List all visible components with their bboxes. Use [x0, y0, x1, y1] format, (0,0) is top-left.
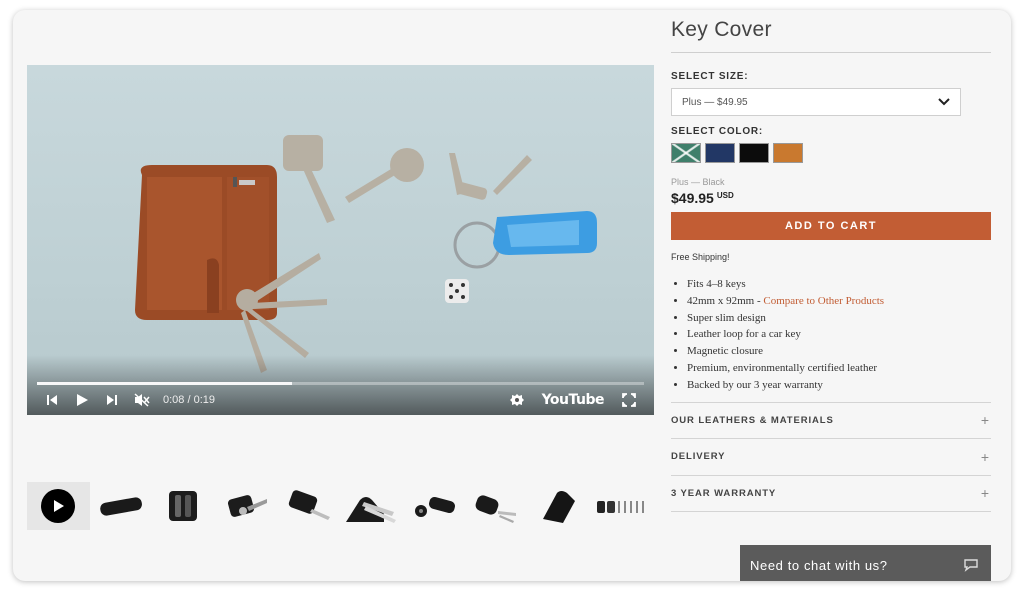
- product-video-player[interactable]: 0:08 / 0:19 YouTube: [27, 65, 654, 415]
- thumbnail-item[interactable]: [215, 482, 278, 530]
- accordion-label: OUR LEATHERS & MATERIALS: [671, 414, 834, 426]
- info-accordion: OUR LEATHERS & MATERIALS + DELIVERY + 3 …: [671, 401, 991, 513]
- previous-icon[interactable]: [37, 385, 67, 415]
- thumbnail-item[interactable]: [529, 482, 592, 530]
- product-price: $49.95: [671, 190, 714, 206]
- key-cover-closed-thumb: [100, 497, 142, 516]
- key-cover-car-key-thumb: [288, 490, 331, 520]
- accordion-leathers-materials[interactable]: OUR LEATHERS & MATERIALS +: [671, 403, 991, 440]
- feature-item: Leather loop for a car key: [687, 326, 991, 343]
- mute-icon[interactable]: [127, 385, 157, 415]
- thumbnail-video[interactable]: [27, 482, 90, 530]
- thumbnail-item[interactable]: [340, 482, 403, 530]
- color-swatch-tan[interactable]: [773, 143, 803, 163]
- size-selected-value: Plus — $49.95: [682, 96, 748, 108]
- thumbnail-item[interactable]: [152, 482, 215, 530]
- product-title: Key Cover: [671, 18, 772, 41]
- color-label: SELECT COLOR:: [671, 126, 764, 137]
- page-frame: 0:08 / 0:19 YouTube Key Cover SELECT SIZ…: [13, 10, 1011, 581]
- feature-item: Premium, environmentally certified leath…: [687, 360, 991, 377]
- feature-list: Fits 4–8 keys 42mm x 92mm - Compare to O…: [671, 276, 991, 394]
- chat-widget-button[interactable]: Need to chat with us?: [740, 545, 991, 581]
- play-icon[interactable]: [67, 385, 97, 415]
- thumbnail-strip: [27, 482, 654, 530]
- thumbnail-item[interactable]: [90, 482, 153, 530]
- video-controls: 0:08 / 0:19 YouTube: [27, 385, 654, 415]
- size-label: SELECT SIZE:: [671, 71, 749, 82]
- key-cover-pair-thumb: [475, 495, 517, 523]
- feature-item: Fits 4–8 keys: [687, 276, 991, 293]
- compare-products-link[interactable]: Compare to Other Products: [763, 295, 884, 307]
- play-circle-icon: [41, 489, 76, 523]
- thumbnail-item[interactable]: [466, 482, 529, 530]
- accordion-label: 3 YEAR WARRANTY: [671, 487, 777, 499]
- color-swatch-navy[interactable]: [705, 143, 735, 163]
- price-currency: USD: [716, 191, 734, 200]
- color-swatch-green[interactable]: [671, 143, 701, 163]
- feature-item: Backed by our 3 year warranty: [687, 377, 991, 394]
- chat-label: Need to chat with us?: [750, 557, 888, 573]
- plus-icon: +: [980, 448, 989, 465]
- chat-bubble-icon: [964, 559, 978, 572]
- next-icon[interactable]: [97, 385, 127, 415]
- price-row: $49.95 USD: [671, 190, 991, 206]
- thumbnail-item[interactable]: [278, 482, 341, 530]
- selected-variant-text: Plus — Black: [671, 177, 725, 187]
- key-cover-side-thumb: [542, 491, 575, 523]
- color-swatches: [671, 143, 991, 163]
- color-swatch-black[interactable]: [739, 143, 769, 163]
- key-cover-fanned-thumb: [345, 497, 396, 523]
- fullscreen-icon[interactable]: [614, 385, 644, 415]
- title-divider: [671, 52, 991, 53]
- key-cover-open-thumb: [168, 491, 197, 521]
- product-details-panel: Key Cover SELECT SIZE: Plus — $49.95 SEL…: [671, 10, 991, 513]
- chevron-down-icon: [938, 98, 950, 106]
- size-select[interactable]: Plus — $49.95: [671, 88, 961, 116]
- settings-icon[interactable]: [502, 385, 532, 415]
- thumbnail-item[interactable]: [403, 482, 466, 530]
- thumbnail-item[interactable]: [591, 482, 654, 530]
- feature-item: Magnetic closure: [687, 343, 991, 360]
- feature-item: Super slim design: [687, 310, 991, 327]
- feature-dimensions: 42mm x 92mm -: [687, 294, 764, 307]
- accordion-label: DELIVERY: [671, 451, 726, 463]
- youtube-logo[interactable]: YouTube: [542, 392, 605, 408]
- plus-icon: +: [980, 485, 989, 502]
- accordion-warranty[interactable]: 3 YEAR WARRANTY +: [671, 476, 991, 513]
- key-cover-colors-thumb: [596, 501, 644, 513]
- plus-icon: +: [980, 412, 989, 429]
- add-to-cart-button[interactable]: ADD TO CART: [671, 212, 991, 240]
- feature-item: 42mm x 92mm - Compare to Other Products: [687, 293, 991, 310]
- free-shipping-text: Free Shipping!: [671, 252, 730, 262]
- key-cover-with-keys-thumb: [228, 495, 268, 517]
- accordion-delivery[interactable]: DELIVERY +: [671, 439, 991, 476]
- video-time: 0:08 / 0:19: [163, 394, 215, 406]
- key-cover-fob-thumb: [415, 496, 456, 517]
